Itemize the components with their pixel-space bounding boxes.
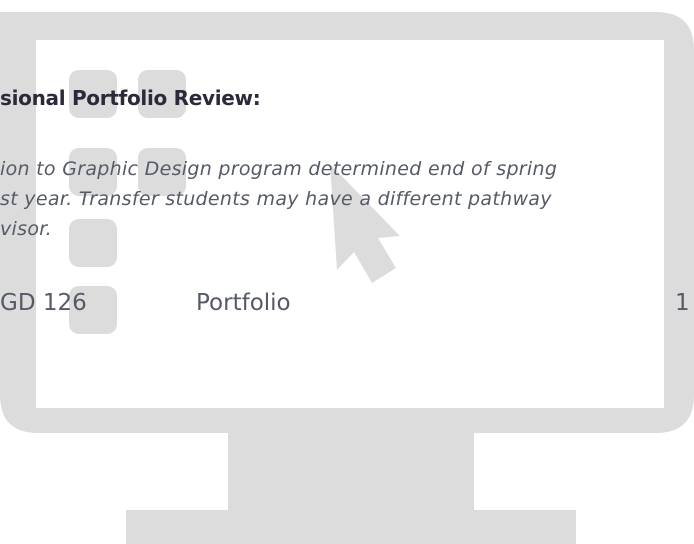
note-line-2: st year. Transfer students may have a di… [0, 188, 552, 210]
monitor-base [126, 510, 576, 544]
course-credits: 1 [675, 290, 690, 316]
monitor-neck [228, 433, 474, 511]
course-code: GD 126 [0, 290, 87, 316]
portfolio-review-note: ion to Graphic Design program determined… [0, 154, 694, 244]
course-title: Portfolio [196, 290, 291, 316]
note-line-1: ion to Graphic Design program determined… [0, 158, 558, 180]
note-line-3: visor. [0, 218, 52, 240]
course-row: GD 126 Portfolio 1 [0, 290, 694, 322]
portfolio-review-heading: sional Portfolio Review: [0, 86, 261, 110]
monitor-illustration [0, 12, 694, 544]
